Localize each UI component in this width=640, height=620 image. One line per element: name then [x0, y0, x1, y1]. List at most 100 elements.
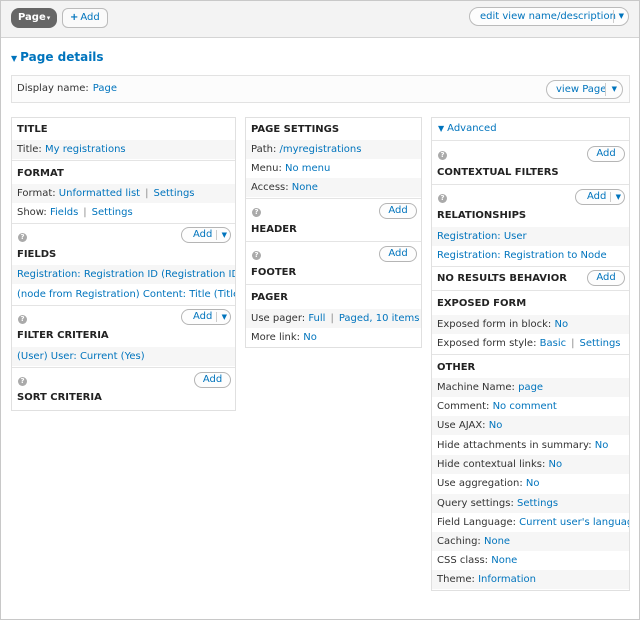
pager-items-link[interactable]: Paged, 10 items [339, 313, 420, 324]
field-link-node-title[interactable]: (node from Registration) Content: Title … [17, 289, 235, 300]
footer-heading: FOOTER [251, 267, 297, 278]
relationships-add-button[interactable]: Add ▼ [575, 189, 625, 205]
css-class-link[interactable]: None [491, 555, 517, 566]
column-third: ▼Advanced Add CONTEXTUAL FILTERS Add▼ RE… [431, 117, 630, 591]
divider [246, 284, 421, 285]
help-icon[interactable] [18, 376, 27, 386]
help-icon[interactable] [18, 232, 27, 242]
filter-add-button[interactable]: Add ▼ [181, 309, 231, 325]
title-label: Title: [17, 144, 42, 155]
add-display-label: Add [80, 12, 100, 23]
view-page-label: view Page [556, 84, 607, 95]
divider [432, 140, 629, 141]
path-row: Path: /myregistrations [246, 140, 421, 159]
advanced-toggle[interactable]: ▼ Advanced [438, 123, 497, 134]
advanced-label: Advanced [447, 123, 497, 134]
display-tab-page[interactable]: Page▾ [11, 8, 58, 28]
help-icon[interactable] [18, 314, 27, 324]
dropdown-arrow-icon[interactable]: ▼ [222, 310, 227, 324]
caching-link[interactable]: None [484, 536, 510, 547]
exposed-in-block-link[interactable]: No [554, 319, 568, 330]
help-icon[interactable] [252, 250, 261, 260]
use-aggregation-link[interactable]: No [526, 478, 540, 489]
page-settings-heading: PAGE SETTINGS [251, 124, 340, 135]
more-link-label: More link: [251, 332, 301, 343]
menu-link[interactable]: No menu [285, 163, 330, 174]
no-results-add-button[interactable]: Add [587, 270, 625, 286]
triangle-down-icon: ▼ [438, 124, 445, 133]
dropdown-arrow-icon[interactable]: ▼ [222, 228, 227, 242]
show-link[interactable]: Fields [50, 207, 78, 218]
sort-heading: SORT CRITERIA [17, 392, 102, 403]
exposed-form-heading: EXPOSED FORM [437, 298, 527, 309]
add-label: Add [202, 374, 223, 385]
display-name-row: Display name: Page view Page ▼ [11, 75, 630, 103]
title-heading: TITLE [17, 124, 48, 135]
dropdown-arrow-icon[interactable]: ▼ [612, 81, 617, 98]
more-link-link[interactable]: No [303, 332, 317, 343]
filter-link-user-current[interactable]: (User) User: Current (Yes) [17, 351, 145, 362]
footer-add-button[interactable]: Add [379, 246, 417, 262]
divider [432, 354, 629, 355]
dropbutton-divider [613, 10, 614, 23]
other-row: Hide attachments in summary: No [432, 436, 629, 455]
path-link[interactable]: /myregistrations [280, 144, 362, 155]
relationship-link-user[interactable]: Registration: User [437, 231, 527, 242]
access-link[interactable]: None [292, 182, 318, 193]
format-settings-link[interactable]: Settings [153, 188, 194, 199]
menu-label: Menu: [251, 163, 282, 174]
sort-add-button[interactable]: Add [194, 372, 231, 388]
page-details-toggle[interactable]: ▼ Page details [11, 50, 104, 64]
separator: | [571, 338, 575, 349]
caret-down-icon: ▾ [46, 14, 51, 22]
filter-item: (User) User: Current (Yes) [12, 347, 235, 366]
field-link-registration-id[interactable]: Registration: Registration ID (Registrat… [17, 269, 235, 280]
divider [12, 223, 235, 224]
view-page-button[interactable]: view Page ▼ [546, 80, 623, 99]
hide-contextual-links-link[interactable]: No [549, 459, 563, 470]
hide-attachments-link[interactable]: No [595, 440, 609, 451]
field-language-link[interactable]: Current user's language [519, 517, 629, 528]
fields-add-button[interactable]: Add ▼ [181, 227, 231, 243]
dropdown-arrow-icon[interactable]: ▼ [616, 190, 621, 204]
display-tabs-bar: Page▾ + Add edit view name/description ▼ [1, 1, 639, 38]
use-pager-link[interactable]: Full [308, 313, 325, 324]
edit-view-name-button[interactable]: edit view name/description ▼ [469, 7, 629, 26]
help-icon[interactable] [252, 207, 261, 217]
show-row: Show: Fields | Settings [12, 203, 235, 222]
display-name-link[interactable]: Page [93, 83, 117, 94]
machine-name-link[interactable]: page [518, 382, 543, 393]
fields-heading: FIELDS [17, 249, 57, 260]
help-icon[interactable] [438, 193, 447, 203]
add-display-button[interactable]: + Add [62, 8, 108, 28]
divider [432, 184, 629, 185]
divider [432, 290, 629, 291]
relationship-link-node[interactable]: Registration: Registration to Node [437, 250, 607, 261]
exposed-style-settings-link[interactable]: Settings [579, 338, 620, 349]
header-add-button[interactable]: Add [379, 203, 417, 219]
other-row-label: Comment: [437, 401, 490, 412]
other-row-label: Field Language: [437, 517, 516, 528]
title-link[interactable]: My registrations [45, 144, 126, 155]
dropdown-arrow-icon[interactable]: ▼ [619, 8, 624, 25]
theme-link[interactable]: Information [478, 574, 536, 585]
exposed-style-link[interactable]: Basic [540, 338, 566, 349]
separator: | [145, 188, 149, 199]
access-row: Access: None [246, 178, 421, 197]
title-row: Title: My registrations [12, 140, 235, 159]
help-icon[interactable] [438, 150, 447, 160]
contextual-add-button[interactable]: Add [587, 146, 625, 162]
query-settings-link[interactable]: Settings [517, 498, 558, 509]
other-row: Machine Name: page [432, 378, 629, 397]
separator: | [330, 313, 334, 324]
use-ajax-link[interactable]: No [489, 420, 503, 431]
relationship-item: Registration: User [432, 227, 629, 246]
triangle-down-icon: ▼ [11, 54, 18, 63]
other-row: Comment: No comment [432, 397, 629, 416]
field-item: (node from Registration) Content: Title … [12, 285, 235, 304]
other-row: Theme: Information [432, 570, 629, 589]
format-link[interactable]: Unformatted list [59, 188, 140, 199]
add-label: Add [388, 205, 408, 216]
show-settings-link[interactable]: Settings [92, 207, 133, 218]
comment-link[interactable]: No comment [493, 401, 557, 412]
